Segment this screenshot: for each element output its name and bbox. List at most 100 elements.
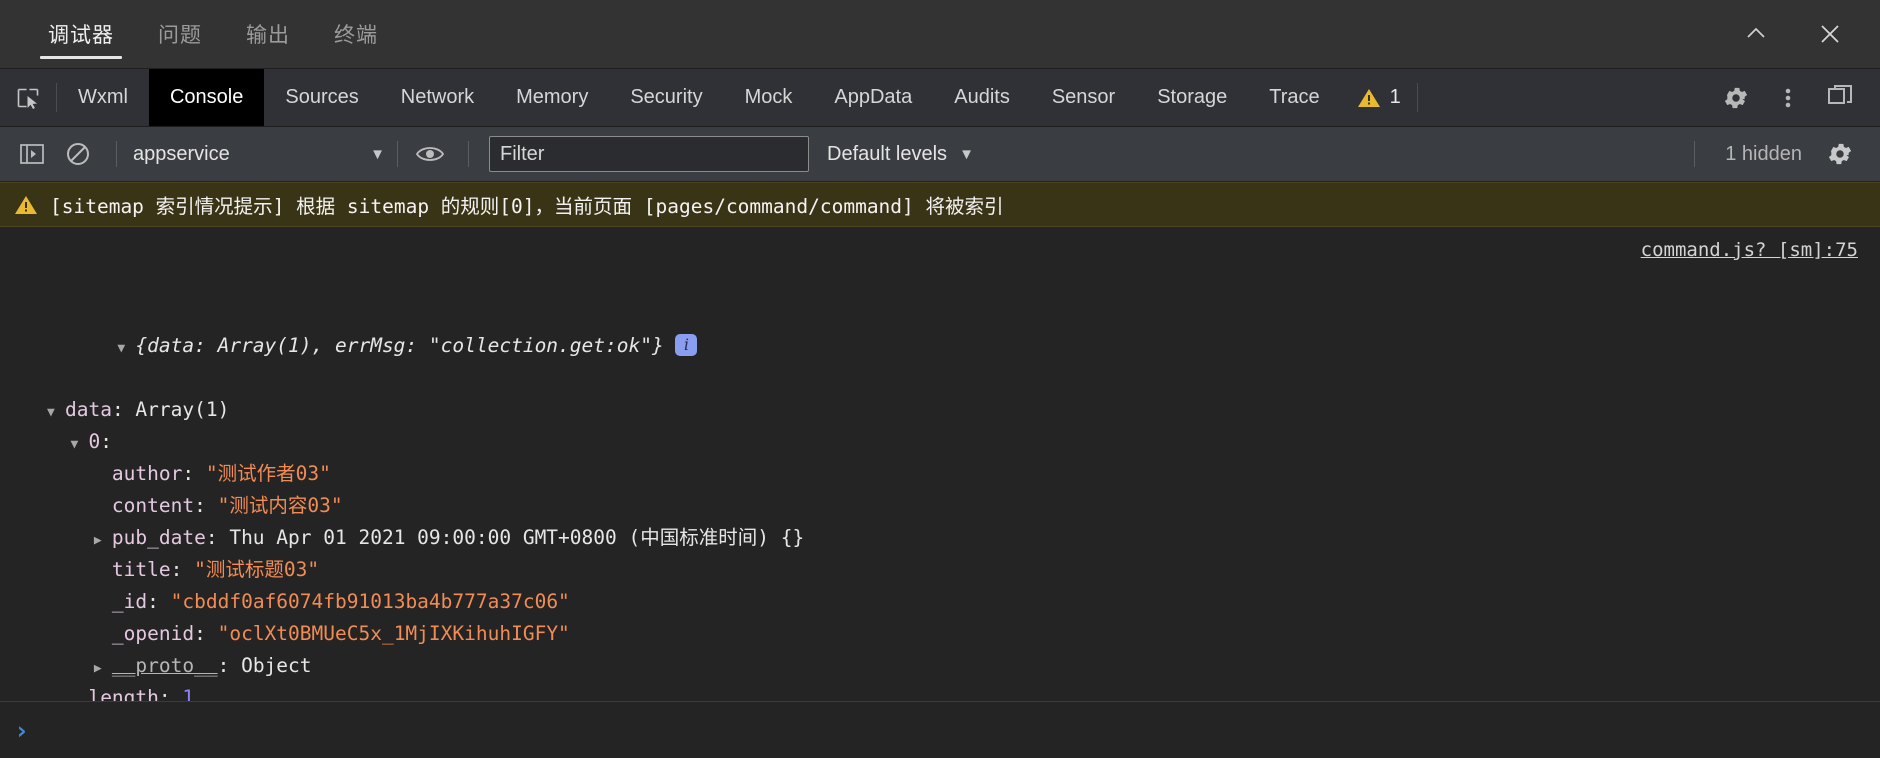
live-expression-icon[interactable] [410,134,450,174]
tab-storage[interactable]: Storage [1136,69,1248,126]
source-location-link[interactable]: command.js? [sm]:75 [1641,239,1858,261]
object-tree: ▼ {data: Array(1), errMsg: "collection.ge… [0,234,1880,701]
show-console-sidebar-icon[interactable] [12,134,52,174]
inspect-element-icon[interactable] [0,69,56,126]
property-key: _openid [111,622,195,645]
console-toolbar: appservice ▼ Default levels ▼ 1 hidden [0,127,1880,182]
log-level-label: Default levels [827,142,948,165]
property-value: "测试作者03" [205,462,331,485]
object-tree-row[interactable]: ▼ data: Array(1) [0,394,1880,426]
warning-message-text: [sitemap 索引情况提示] 根据 sitemap 的规则[0]，当前页面 … [50,195,1004,218]
tree-spacer-icon: ▸ [94,493,112,525]
expand-arrow-icon[interactable]: ▶ [94,525,112,557]
property-key: content [111,494,195,517]
tab-label: AppData [834,86,913,108]
property-key: _id [111,590,148,613]
tab-label: Network [400,86,475,108]
object-tree-row[interactable]: ▸title: "测试标题03" [0,554,1880,586]
property-key: data [64,398,112,421]
warning-count-badge[interactable]: 1 [1341,69,1417,126]
object-preview-suffix: } [651,334,664,357]
panel-tab-debugger[interactable]: 调试器 [26,0,136,68]
object-tree-row[interactable]: ▼ 0: [0,426,1880,458]
object-tree-row[interactable]: ▸content: "测试内容03" [0,490,1880,522]
property-key: length [88,686,159,701]
object-tree-row[interactable]: ▶ pub_date: Thu Apr 01 2021 09:00:00 GMT+… [0,522,1880,554]
property-separator: : [170,558,195,581]
tab-network[interactable]: Network [380,69,495,126]
tab-security[interactable]: Security [609,69,723,126]
console-toolbar-right: 1 hidden [1682,134,1880,174]
expand-arrow-icon[interactable]: ▼ [117,333,135,365]
clear-console-icon[interactable] [58,134,98,174]
toolbar-divider-6 [1694,141,1696,167]
toolbar-divider-3 [116,141,117,167]
property-value: Array(1) [135,398,230,421]
tab-label: Mock [744,86,793,108]
console-context-selector[interactable]: appservice ▼ [129,143,385,166]
info-badge-icon[interactable]: i [675,333,698,356]
object-tree-row[interactable]: ▸_openid: "oclXt0BMUeC5x_1MjIXKihuhIGFY" [0,618,1880,650]
property-separator: : [158,686,183,701]
tree-spacer-icon: ▸ [94,461,112,493]
collapse-arrow-icon[interactable]: ▼ [70,429,88,461]
tab-mock[interactable]: Mock [724,69,814,126]
more-vertical-icon[interactable] [1762,69,1814,126]
chevron-up-icon[interactable] [1734,12,1778,56]
devtools-window: 调试器 问题 输出 终端 Wxml Console Sources Networ… [0,0,1880,758]
tree-spacer-icon: ▸ [94,589,112,621]
tab-label: Console [169,86,244,108]
property-key: 0 [88,430,101,453]
panel-tab-terminal[interactable]: 终端 [312,0,400,68]
chevron-down-icon: ▼ [370,145,385,163]
object-preview-row[interactable]: ▼ {data: Array(1), errMsg: "collection.ge… [0,298,1880,357]
tab-memory[interactable]: Memory [495,69,609,126]
console-message-list: command.js? [sm]:75 ▼ {data: Array(1), er… [0,227,1880,701]
panel-tab-list: 调试器 问题 输出 终端 [0,0,400,68]
prompt-caret-icon: › [14,715,30,745]
console-settings-gear-icon[interactable] [1820,134,1860,174]
property-separator: : [182,462,206,485]
close-icon[interactable] [1808,12,1852,56]
panel-tab-output[interactable]: 输出 [224,0,312,68]
tree-spacer-icon: ▸ [94,557,112,589]
console-prompt[interactable]: › [0,701,1880,758]
filter-input[interactable] [489,136,809,172]
tab-console[interactable]: Console [148,69,265,126]
devtools-tab-list: Wxml Console Sources Network Memory Secu… [57,69,1341,126]
object-preview-string: "collection.get:ok" [428,334,652,357]
tab-audits[interactable]: Audits [933,69,1031,126]
dock-panel-icon[interactable] [1814,69,1866,126]
sitemap-warning-message[interactable]: [sitemap 索引情况提示] 根据 sitemap 的规则[0]，当前页面 … [0,182,1880,227]
object-tree-row[interactable]: ▸_id: "cbddf0af6074fb91013ba4b777a37c06" [0,586,1880,618]
tab-label: Memory [516,86,589,108]
log-level-selector[interactable]: Default levels ▼ [827,143,974,166]
console-log-entry: command.js? [sm]:75 ▼ {data: Array(1), er… [0,230,1880,701]
object-tree-row[interactable]: ▸length: 1 [0,682,1880,701]
toolbar-divider-2 [1416,83,1418,112]
panel-tab-label: 输出 [246,24,290,47]
tab-sensor[interactable]: Sensor [1031,69,1136,126]
property-separator: : [147,590,171,613]
property-key: title [111,558,171,581]
hidden-messages-label[interactable]: 1 hidden [1707,143,1820,166]
property-value: Thu Apr 01 2021 09:00:00 GMT+0800 (中国标准时… [229,526,805,549]
tab-sources[interactable]: Sources [264,69,379,126]
object-tree-row[interactable]: ▸author: "测试作者03" [0,458,1880,490]
tab-appdata[interactable]: AppData [813,69,933,126]
collapse-arrow-icon[interactable]: ▼ [47,397,65,429]
object-tree-row[interactable]: ▶ __proto__: Object [0,650,1880,682]
panel-tab-problems[interactable]: 问题 [136,0,224,68]
tab-label: Security [630,86,703,108]
property-separator: : [205,526,230,549]
expand-arrow-icon[interactable]: ▶ [94,653,112,685]
property-separator: : [194,622,218,645]
tab-trace[interactable]: Trace [1248,69,1340,126]
gear-icon[interactable] [1710,69,1762,126]
property-separator: : [100,430,112,453]
property-value: Object [241,654,312,677]
tab-wxml[interactable]: Wxml [57,69,149,126]
property-key: author [111,462,183,485]
